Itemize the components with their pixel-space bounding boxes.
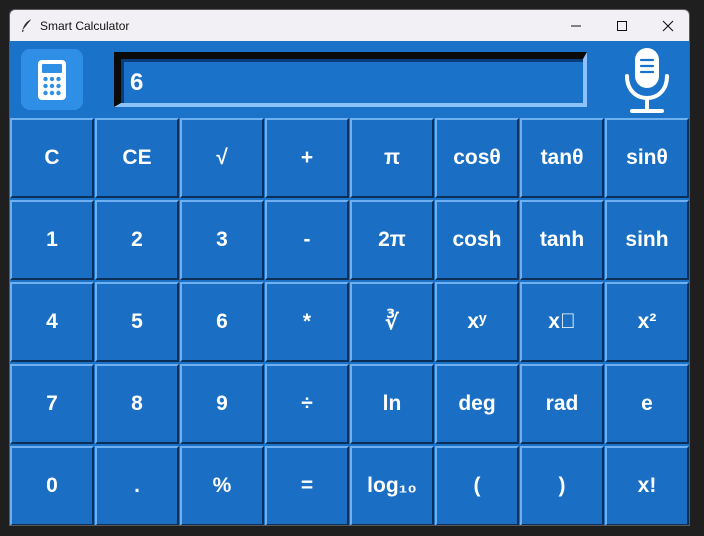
key-multiply[interactable]: * [265,282,349,362]
calculator-icon[interactable] [21,49,83,110]
key-ln[interactable]: ln [350,364,434,444]
key-close-paren[interactable]: ) [520,446,604,525]
key-cube-root[interactable]: ∛ [350,282,434,362]
key-euler[interactable]: e [605,364,689,444]
key-clear-entry[interactable]: CE [95,118,179,198]
key-digit-4[interactable]: 4 [10,282,94,362]
key-tan[interactable]: tanθ [520,118,604,198]
minimize-button[interactable] [553,10,599,41]
key-digit-6[interactable]: 6 [180,282,264,362]
feather-icon [22,18,33,32]
key-sqrt[interactable]: √ [180,118,264,198]
microphone-icon[interactable] [622,46,672,114]
minimize-icon [571,25,581,26]
key-deg[interactable]: deg [435,364,519,444]
key-pi[interactable]: π [350,118,434,198]
key-digit-9[interactable]: 9 [180,364,264,444]
display-field[interactable]: 6 [121,59,583,103]
title-bar: Smart Calculator [10,10,689,41]
key-power-n[interactable]: x⃞ [520,282,604,362]
key-digit-8[interactable]: 8 [95,364,179,444]
key-factorial[interactable]: x! [605,446,689,525]
key-clear[interactable]: C [10,118,94,198]
close-icon [662,20,674,31]
key-divide[interactable]: ÷ [265,364,349,444]
key-percent[interactable]: % [180,446,264,525]
client-area: 6 C CE √ + π cosθ tanθ sinθ 1 2 3-2π cosh tanh sinh 4 5… [10,41,689,525]
key-plus[interactable]: + [265,118,349,198]
key-cosh[interactable]: cosh [435,200,519,280]
key-digit-5[interactable]: 5 [95,282,179,362]
key-square[interactable]: x² [605,282,689,362]
key-digit-7[interactable]: 7 [10,364,94,444]
key-tanh[interactable]: tanh [520,200,604,280]
key-log10[interactable]: log₁₀ [350,446,434,525]
key-rad[interactable]: rad [520,364,604,444]
key-digit-2[interactable]: 2 [95,200,179,280]
key-minus[interactable]: - [265,200,349,280]
key-two-pi[interactable]: 2π [350,200,434,280]
key-sinh[interactable]: sinh [605,200,689,280]
key-power[interactable]: xʸ [435,282,519,362]
window-title: Smart Calculator [40,19,130,33]
key-digit-0[interactable]: 0 [10,446,94,525]
key-cos[interactable]: cosθ [435,118,519,198]
key-digit-1[interactable]: 1 [10,200,94,280]
key-digit-3[interactable]: 3 [180,200,264,280]
key-equals[interactable]: = [265,446,349,525]
key-open-paren[interactable]: ( [435,446,519,525]
maximize-button[interactable] [599,10,645,41]
keypad: C CE √ + π cosθ tanθ sinθ 1 2 3-2π cosh tanh sinh 4 5 6 *… [10,118,689,525]
close-button[interactable] [645,10,689,41]
key-decimal[interactable]: . [95,446,179,525]
display-value: 6 [130,68,144,96]
calculator-window: Smart Calculator 6 C CE √ + π cosθ tanθ … [9,9,690,526]
key-sin[interactable]: sinθ [605,118,689,198]
calculator-glyph [38,59,66,100]
display-frame: 6 [114,52,587,107]
maximize-icon [617,20,627,31]
